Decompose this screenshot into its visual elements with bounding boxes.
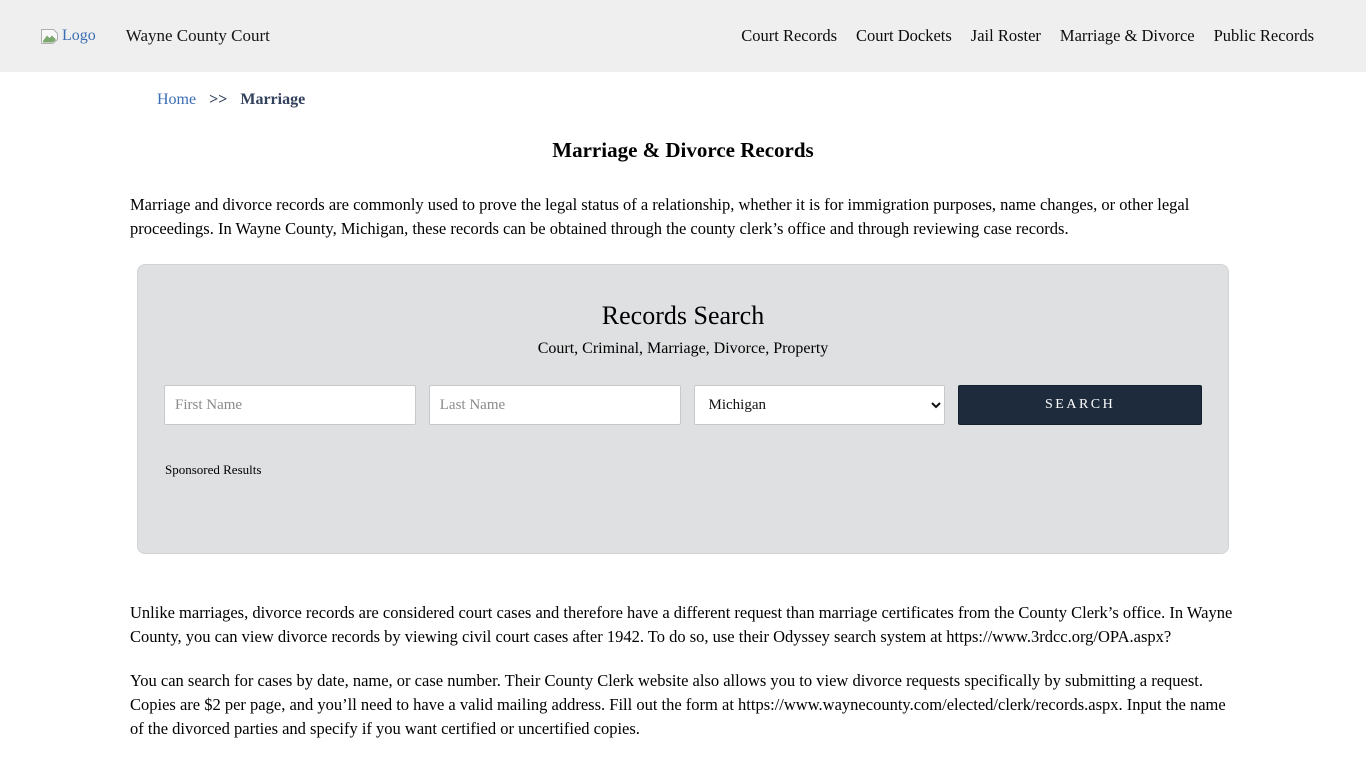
breadcrumb-current: Marriage — [240, 91, 305, 108]
first-name-input[interactable] — [164, 385, 416, 425]
breadcrumb-home-link[interactable]: Home — [157, 91, 196, 108]
logo-alt-text: Logo — [62, 27, 96, 45]
nav-item-public-records[interactable]: Public Records — [1214, 26, 1314, 46]
case-search-paragraph: You can search for cases by date, name, … — [130, 669, 1236, 741]
search-button[interactable]: SEARCH — [958, 385, 1202, 425]
records-search-subtitle: Court, Criminal, Marriage, Divorce, Prop… — [164, 340, 1202, 358]
site-title: Wayne County Court — [126, 26, 270, 46]
last-name-input[interactable] — [429, 385, 681, 425]
sponsored-results-label: Sponsored Results — [165, 462, 1202, 478]
main-nav: Court Records Court Dockets Jail Roster … — [741, 26, 1314, 46]
records-search-panel: Records Search Court, Criminal, Marriage… — [137, 264, 1229, 554]
breadcrumb: Home >> Marriage — [130, 91, 1236, 109]
brand: Logo Wayne County Court — [40, 26, 270, 46]
page-title: Marriage & Divorce Records — [130, 138, 1236, 163]
breadcrumb-separator: >> — [209, 91, 227, 108]
records-search-title: Records Search — [164, 301, 1202, 331]
nav-item-marriage-divorce[interactable]: Marriage & Divorce — [1060, 26, 1195, 46]
logo-link[interactable]: Logo — [40, 27, 96, 45]
records-search-form: Michigan SEARCH — [164, 385, 1202, 425]
nav-item-court-dockets[interactable]: Court Dockets — [856, 26, 952, 46]
state-select[interactable]: Michigan — [694, 385, 946, 425]
divorce-records-paragraph: Unlike marriages, divorce records are co… — [130, 601, 1236, 649]
broken-image-icon — [40, 28, 59, 45]
nav-item-jail-roster[interactable]: Jail Roster — [971, 26, 1041, 46]
nav-item-court-records[interactable]: Court Records — [741, 26, 837, 46]
header: Logo Wayne County Court Court Records Co… — [0, 0, 1366, 72]
main-content: Home >> Marriage Marriage & Divorce Reco… — [130, 91, 1236, 741]
intro-paragraph: Marriage and divorce records are commonl… — [130, 193, 1236, 241]
